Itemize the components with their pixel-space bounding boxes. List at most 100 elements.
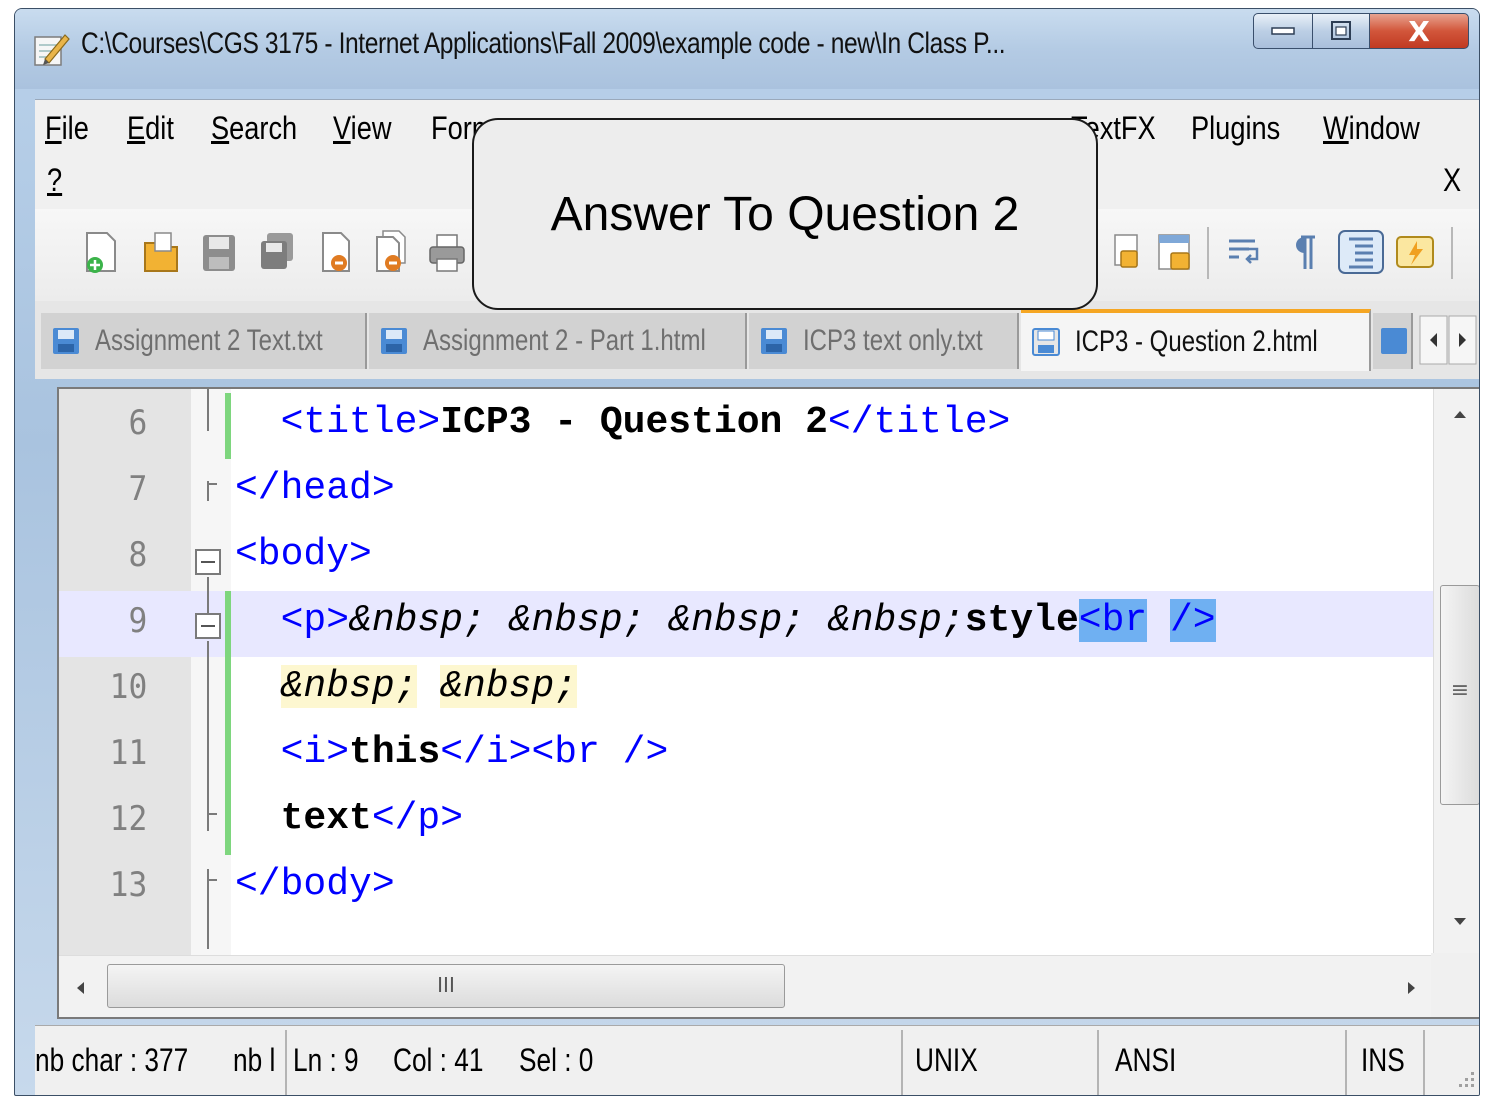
- horizontal-scrollbar[interactable]: III: [59, 955, 1433, 1017]
- line-number: 11: [109, 733, 148, 773]
- scroll-down-icon[interactable]: [1450, 915, 1470, 929]
- horizontal-scroll-thumb[interactable]: III: [107, 964, 785, 1008]
- scrollbar-corner: [1431, 953, 1479, 1017]
- vertical-scrollbar[interactable]: ≡: [1433, 389, 1479, 957]
- saved-file-icon: [761, 328, 787, 354]
- fold-toggle-icon[interactable]: [195, 613, 221, 639]
- menu-search-label: earch: [229, 110, 298, 146]
- html-tag: <body>: [235, 533, 372, 576]
- new-file-icon[interactable]: [81, 229, 121, 275]
- menu-view-accel: V: [333, 110, 351, 146]
- status-separator: [1345, 1030, 1347, 1095]
- html-tag: <p>: [280, 599, 350, 642]
- code-line-current[interactable]: 9 <p>&nbsp; &nbsp; &nbsp; &nbsp;style<br…: [59, 591, 1433, 657]
- html-tag: </title>: [827, 401, 1011, 444]
- menu-edit-accel: E: [127, 110, 146, 146]
- fold-guide: [207, 481, 209, 501]
- close-file-icon[interactable]: [317, 229, 357, 275]
- saved-file-icon: [53, 328, 79, 354]
- close-button[interactable]: X: [1369, 13, 1469, 49]
- toolbar-separator: [1207, 227, 1209, 279]
- tab-label: ICP3 text only.txt: [803, 324, 983, 357]
- code-content: this: [349, 731, 441, 774]
- fold-guide: [207, 869, 209, 949]
- html-tag: <br />: [531, 731, 669, 774]
- html-tag: </p>: [371, 797, 464, 840]
- code-text: <i>this</i><br />: [235, 731, 669, 774]
- open-file-icon[interactable]: [141, 229, 181, 275]
- tab-icp3-text-only[interactable]: ICP3 text only.txt: [749, 313, 1019, 369]
- close-all-icon[interactable]: [373, 229, 413, 275]
- menu-plugins[interactable]: Plugins: [1191, 110, 1280, 147]
- scroll-left-icon[interactable]: [73, 978, 87, 998]
- status-separator: [901, 1030, 903, 1095]
- code-line[interactable]: 10 &nbsp; &nbsp;: [59, 657, 1433, 723]
- tab-icp3-question-2[interactable]: ICP3 - Question 2.html: [1021, 309, 1371, 371]
- scroll-up-icon[interactable]: [1450, 407, 1470, 421]
- code-line[interactable]: 12 text</p>: [59, 789, 1433, 855]
- scroll-right-icon[interactable]: [1405, 978, 1419, 998]
- html-entity: &nbsp; &nbsp; &nbsp; &nbsp;: [349, 599, 965, 642]
- menu-window-label: indow: [1348, 110, 1420, 146]
- minimize-button[interactable]: [1253, 13, 1313, 49]
- tab-assignment-2-part-1[interactable]: Assignment 2 - Part 1.html: [369, 313, 747, 369]
- line-number: 12: [109, 799, 148, 839]
- menu-view[interactable]: View: [333, 110, 391, 147]
- html-tag: </i>: [440, 731, 532, 774]
- menu-window-accel: W: [1323, 110, 1349, 146]
- fold-guide: [207, 641, 209, 831]
- menu-search[interactable]: Search: [211, 110, 297, 147]
- code-text: &nbsp; &nbsp;: [235, 665, 578, 708]
- code-text: text</p>: [235, 797, 463, 840]
- code-line[interactable]: 7 </head>: [59, 459, 1433, 525]
- html-tag: </head>: [235, 467, 395, 510]
- document-tab-bar: Assignment 2 Text.txt Assignment 2 - Par…: [35, 301, 1479, 379]
- title-bar[interactable]: C:\Courses\CGS 3175 - Internet Applicati…: [15, 9, 1479, 89]
- sync-scroll-icon[interactable]: [1155, 229, 1195, 275]
- code-content: ICP3 - Question 2: [440, 401, 828, 444]
- line-number: 9: [128, 601, 148, 641]
- tab-overflow[interactable]: [1373, 313, 1413, 369]
- grip-icon: ≡: [1450, 678, 1470, 703]
- tab-label: ICP3 - Question 2.html: [1075, 325, 1318, 358]
- menu-search-accel: S: [211, 110, 230, 146]
- menu-file[interactable]: File: [45, 110, 89, 147]
- brace-highlight: <br: [1078, 599, 1148, 642]
- menu-edit[interactable]: Edit: [127, 110, 174, 147]
- change-marker: [225, 591, 231, 657]
- status-separator: [1097, 1030, 1099, 1095]
- line-number: 6: [128, 403, 148, 443]
- line-number: 10: [109, 667, 148, 707]
- macro-record-icon[interactable]: [1395, 229, 1435, 275]
- code-editor[interactable]: 6 <title>ICP3 - Question 2</title> 7 </h…: [57, 387, 1479, 1019]
- maximize-button[interactable]: [1312, 13, 1370, 49]
- save-icon[interactable]: [199, 229, 239, 275]
- resize-grip-icon[interactable]: [1453, 1066, 1477, 1090]
- word-wrap-icon[interactable]: [1225, 229, 1265, 275]
- tab-assignment-2-text[interactable]: Assignment 2 Text.txt: [41, 313, 367, 369]
- code-line[interactable]: 6 <title>ICP3 - Question 2</title>: [59, 393, 1433, 459]
- print-icon[interactable]: [427, 229, 467, 275]
- code-content: style: [964, 599, 1079, 642]
- tab-scroll-arrows[interactable]: [1419, 315, 1477, 365]
- code-text: <body>: [235, 533, 372, 576]
- code-line[interactable]: 8 <body>: [59, 525, 1433, 591]
- toolbar-separator: [1451, 227, 1453, 279]
- tab-label: Assignment 2 - Part 1.html: [423, 324, 706, 357]
- show-all-chars-icon[interactable]: [1281, 229, 1321, 275]
- menu-help[interactable]: ?: [47, 162, 62, 199]
- menu-window[interactable]: Window: [1323, 110, 1420, 147]
- status-separator: [285, 1030, 287, 1095]
- indent-guide-icon[interactable]: [1337, 229, 1385, 275]
- saved-file-icon: [1032, 328, 1060, 356]
- code-line[interactable]: 13 </body>: [59, 855, 1433, 921]
- code-line[interactable]: 11 <i>this</i><br />: [59, 723, 1433, 789]
- vertical-scroll-thumb[interactable]: ≡: [1440, 585, 1479, 805]
- close-icon: X: [1408, 14, 1430, 48]
- menu-file-accel: F: [45, 110, 62, 146]
- fold-toggle-icon[interactable]: [195, 549, 221, 575]
- lock-icon[interactable]: [1111, 229, 1151, 275]
- document-close-button[interactable]: X: [1443, 162, 1461, 199]
- line-number: 8: [128, 535, 148, 575]
- save-all-icon[interactable]: [257, 229, 297, 275]
